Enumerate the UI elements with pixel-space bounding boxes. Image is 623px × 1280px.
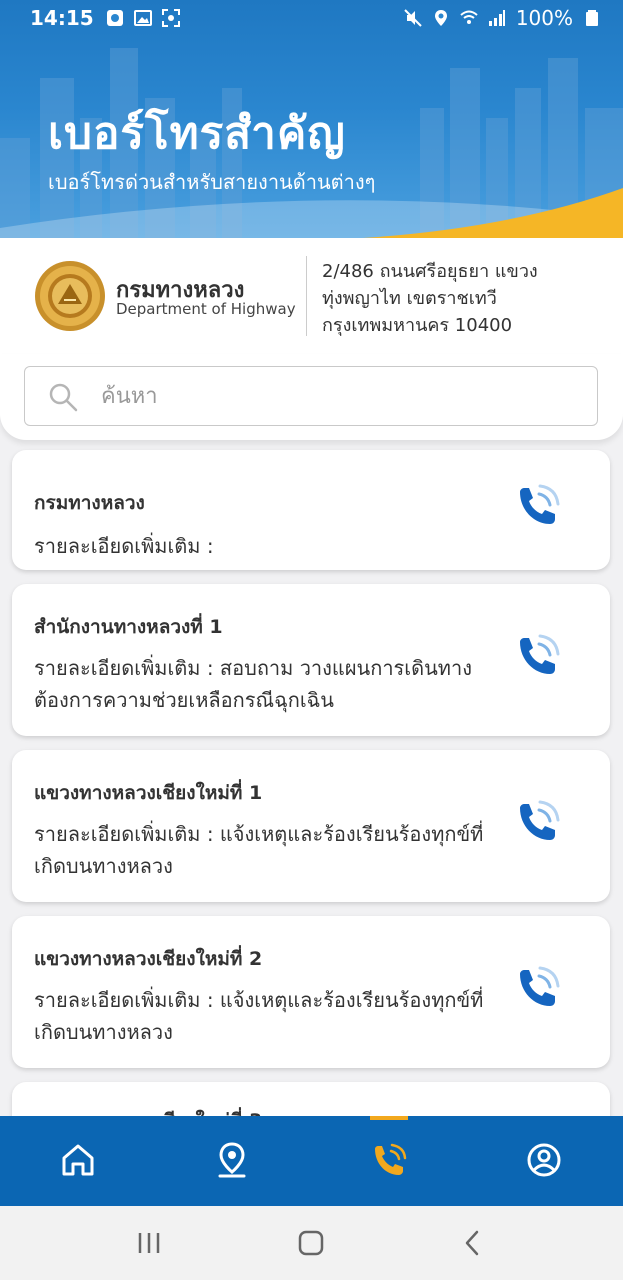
phone-call-icon[interactable] xyxy=(512,964,562,1014)
divider xyxy=(306,256,307,336)
user-profile-icon[interactable] xyxy=(522,1138,566,1182)
address-line: ทุ่งพญาไท เขตราชเทวี xyxy=(322,288,497,309)
contact-list[interactable]: กรมทางหลวง รายละเอียดเพิ่มเติม : สำนักงา… xyxy=(0,440,623,1116)
contact-detail: รายละเอียดเพิ่มเติม : สอบถาม วางแผนการเด… xyxy=(34,656,472,712)
contact-title: แขวงทางหลวงเชียงใหม่ที่ 1 xyxy=(34,782,263,804)
search-input[interactable] xyxy=(101,377,571,415)
active-tab-indicator xyxy=(370,1116,408,1120)
contact-card[interactable]: แขวงทางหลวงเชียงใหม่ที่ 1 รายละเอียดเพิ่… xyxy=(12,750,610,902)
screenshot-icon xyxy=(161,9,180,27)
notification-icon xyxy=(106,10,123,26)
phone-call-icon[interactable] xyxy=(512,632,562,682)
phone-call-icon[interactable] xyxy=(512,482,562,532)
bottom-navigation xyxy=(0,1116,623,1206)
recent-apps-icon[interactable] xyxy=(134,1228,164,1258)
phone-call-icon[interactable] xyxy=(366,1138,410,1182)
wifi-icon xyxy=(460,10,478,24)
department-address: 2/486 ถนนศรีอยุธยา แขวง ทุ่งพญาไท เขตราช… xyxy=(322,258,612,339)
department-logo xyxy=(35,261,105,331)
page-subtitle: เบอร์โทรด่วนสำหรับสายงานด้านต่างๆ xyxy=(48,170,376,194)
back-icon[interactable] xyxy=(458,1228,488,1258)
home-button-icon[interactable] xyxy=(296,1228,326,1258)
phone-call-icon[interactable] xyxy=(512,798,562,848)
battery-icon xyxy=(586,10,598,26)
map-pin-icon[interactable] xyxy=(210,1138,254,1182)
contact-title: แขวงทางหลวงเชียงใหม่ที่ 3 xyxy=(34,1106,262,1116)
contact-title: แขวงทางหลวงเชียงใหม่ที่ 2 xyxy=(34,948,263,970)
contact-card[interactable]: กรมทางหลวง รายละเอียดเพิ่มเติม : xyxy=(12,450,610,570)
status-time: 14:15 xyxy=(30,6,94,30)
search-icon xyxy=(49,383,78,412)
address-line: กรุงเทพมหานคร 10400 xyxy=(322,315,513,336)
contact-detail: รายละเอียดเพิ่มเติม : xyxy=(34,534,214,558)
contact-title: กรมทางหลวง xyxy=(34,492,145,514)
gallery-icon xyxy=(133,10,152,26)
contact-card[interactable]: แขวงทางหลวงเชียงใหม่ที่ 2 รายละเอียดเพิ่… xyxy=(12,916,610,1068)
contact-detail: รายละเอียดเพิ่มเติม : แจ้งเหตุและร้องเรี… xyxy=(34,822,484,878)
contact-detail: รายละเอียดเพิ่มเติม : แจ้งเหตุและร้องเรี… xyxy=(34,988,484,1044)
address-line: 2/486 ถนนศรีอยุธยา แขวง xyxy=(322,261,538,282)
contact-card[interactable]: แขวงทางหลวงเชียงใหม่ที่ 3 xyxy=(12,1082,610,1116)
signal-icon xyxy=(488,10,505,26)
status-bar: 14:15 100% xyxy=(0,0,623,36)
system-navigation-bar xyxy=(0,1206,623,1280)
page-title: เบอร์โทรสำคัญ xyxy=(48,108,346,159)
search-box[interactable] xyxy=(24,366,598,426)
contact-card[interactable]: สำนักงานทางหลวงที่ 1 รายละเอียดเพิ่มเติม… xyxy=(12,584,610,736)
mute-icon xyxy=(404,9,422,27)
search-section xyxy=(0,354,623,440)
contact-title: สำนักงานทางหลวงที่ 1 xyxy=(34,616,223,638)
battery-percent: 100% xyxy=(515,6,573,30)
page-header: 14:15 100% เบอร์โทรสำคัญ เบอร์โทรด่วนสำห… xyxy=(0,0,623,238)
department-name-en: Department of Highway xyxy=(116,300,296,318)
header-accent-wave xyxy=(363,188,623,238)
home-icon[interactable] xyxy=(56,1138,100,1182)
department-info: กรมทางหลวง Department of Highway 2/486 ถ… xyxy=(0,238,623,354)
location-icon xyxy=(434,10,447,26)
